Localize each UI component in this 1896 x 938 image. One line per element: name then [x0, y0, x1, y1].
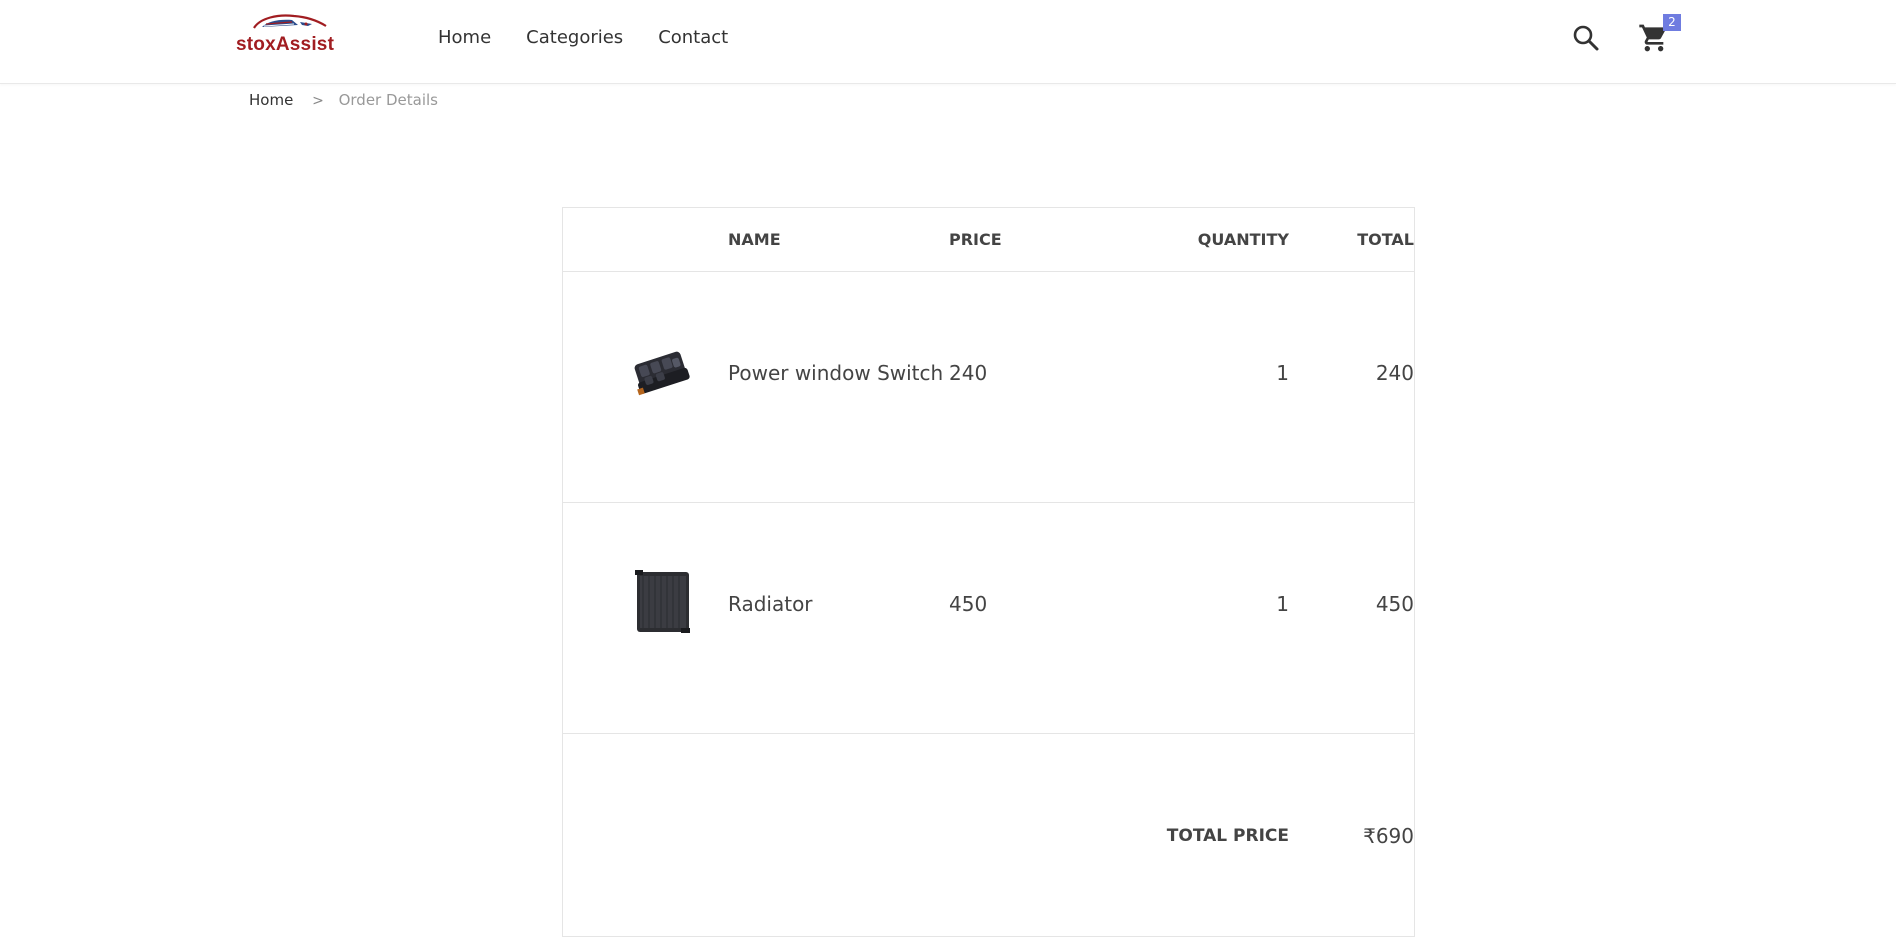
product-price: 450	[949, 592, 988, 616]
column-header-total: TOTAL	[1357, 230, 1414, 249]
order-details-table: NAME PRICE QUANTITY TOTAL Power window S…	[562, 207, 1415, 937]
search-icon	[1573, 25, 1599, 51]
total-price-label: TOTAL PRICE	[1166, 826, 1289, 846]
column-header-price: PRICE	[949, 230, 1002, 249]
product-total: 450	[1375, 592, 1414, 616]
nav-home-link[interactable]: Home	[438, 27, 491, 48]
main-nav: Home Categories Contact	[438, 27, 728, 48]
total-price-row: TOTAL PRICE ₹690	[563, 733, 1414, 938]
cart-count-badge: 2	[1663, 14, 1681, 31]
column-header-quantity: QUANTITY	[1197, 230, 1289, 249]
product-price: 240	[949, 361, 988, 385]
brand-logo[interactable]: stoxAssist	[236, 12, 336, 58]
breadcrumb-separator: >	[312, 93, 324, 109]
product-name[interactable]: Power window Switch	[728, 361, 943, 385]
search-button[interactable]	[1572, 24, 1600, 52]
brand-name: stoxAssist	[236, 34, 335, 55]
nav-categories-link[interactable]: Categories	[526, 27, 623, 48]
column-header-name: NAME	[728, 230, 781, 249]
radiator-image[interactable]	[631, 566, 693, 636]
product-quantity: 1	[1276, 592, 1289, 616]
power-window-switch-image[interactable]	[631, 341, 693, 411]
car-flag-logo-icon	[253, 14, 327, 29]
breadcrumb-current: Order Details	[338, 91, 438, 109]
breadcrumb: Home > Order Details	[249, 91, 438, 109]
product-name[interactable]: Radiator	[728, 592, 813, 616]
nav-contact-link[interactable]: Contact	[658, 27, 728, 48]
table-header-row: NAME PRICE QUANTITY TOTAL	[563, 208, 1414, 272]
table-row: Power window Switch 240 1 240	[563, 271, 1414, 503]
table-row: Radiator 450 1 450	[563, 502, 1414, 734]
breadcrumb-home-link[interactable]: Home	[249, 91, 293, 109]
site-header: stoxAssist Home Categories Contact 2	[0, 0, 1896, 84]
total-price-value: ₹690	[1363, 824, 1414, 848]
product-quantity: 1	[1276, 361, 1289, 385]
product-total: 240	[1375, 361, 1414, 385]
